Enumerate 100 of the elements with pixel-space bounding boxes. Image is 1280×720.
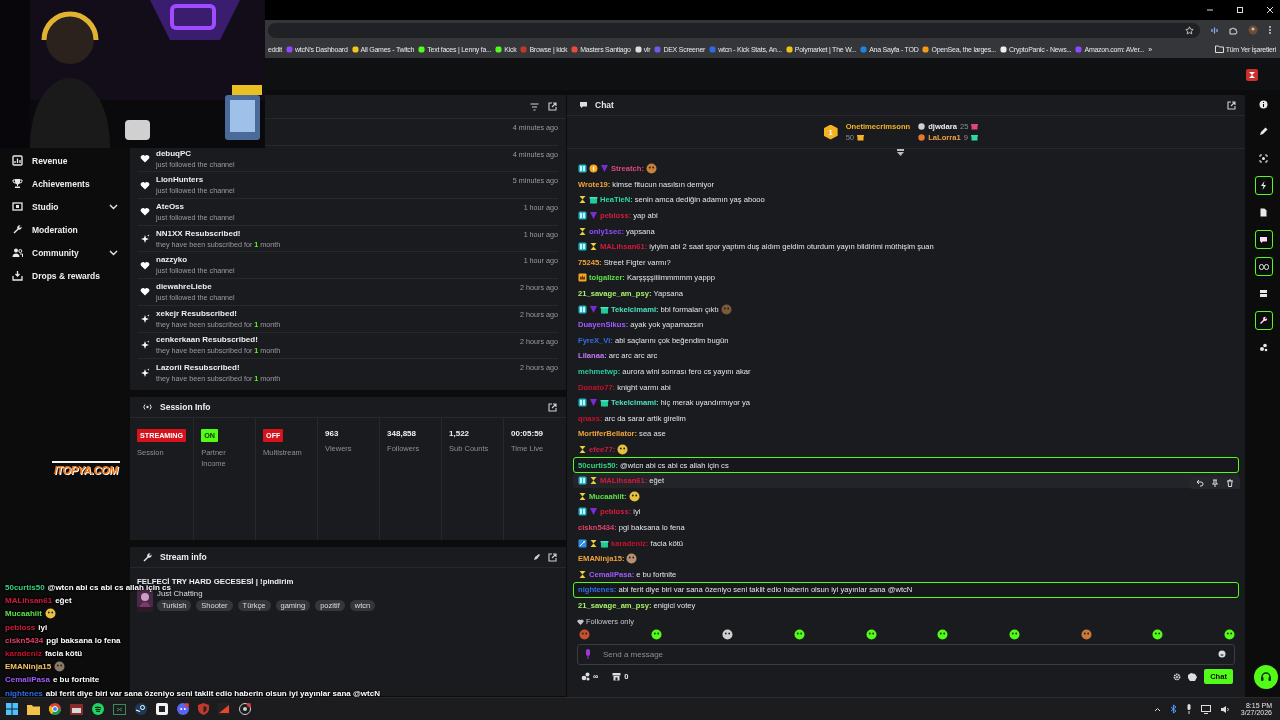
browser-icon[interactable] — [49, 703, 61, 715]
overlay-message: e bu fortnite — [52, 675, 100, 685]
emote-icon — [865, 628, 877, 640]
edit-icon[interactable] — [533, 553, 541, 561]
support-button[interactable] — [1253, 665, 1278, 689]
site-icon — [351, 45, 359, 53]
emote-menu-icon[interactable] — [1187, 671, 1199, 682]
steam-icon[interactable] — [135, 703, 147, 715]
emote-icon — [617, 444, 629, 455]
start-icon[interactable] — [6, 703, 18, 715]
emote-icon — [645, 163, 657, 175]
music-icon[interactable] — [92, 703, 104, 715]
folder-icon[interactable] — [27, 703, 40, 715]
chart-icon — [12, 155, 23, 166]
heart-icon — [140, 260, 150, 270]
emote-icon — [579, 628, 590, 640]
site-icon — [520, 45, 528, 53]
nav-item[interactable]: Community — [12, 241, 118, 264]
collapse-icon[interactable] — [895, 149, 905, 157]
trash-icon[interactable] — [1226, 478, 1234, 487]
nav-item[interactable]: Revenue — [12, 149, 118, 172]
popout-icon[interactable] — [548, 102, 557, 111]
star-icon[interactable] — [1185, 25, 1194, 35]
overlay-username: pebloss — [5, 622, 36, 632]
sub-badge-icon — [578, 398, 587, 408]
emote-icon — [1008, 628, 1020, 640]
close-icon[interactable] — [1266, 6, 1274, 14]
edit-icon[interactable] — [1259, 127, 1268, 136]
tool-button[interactable] — [1254, 230, 1273, 249]
site-icon — [1000, 45, 1008, 53]
gift-icon — [971, 123, 979, 130]
chat-icon — [579, 101, 588, 109]
maximize-icon[interactable] — [1236, 6, 1244, 14]
menu-icon[interactable] — [1268, 25, 1272, 35]
minimize-icon[interactable] — [1206, 6, 1214, 14]
nav-item[interactable]: Drops & rewards — [12, 264, 118, 287]
chevron-up-icon[interactable] — [1153, 706, 1161, 712]
popout-icon[interactable] — [1227, 100, 1236, 110]
chat-app-icon[interactable] — [177, 703, 189, 715]
mic-icon[interactable] — [585, 649, 591, 659]
shield-icon[interactable] — [198, 703, 209, 715]
event-name: diewahreLiebe — [156, 281, 213, 291]
speaker-icon[interactable] — [1219, 704, 1230, 714]
hourglass-icon — [589, 538, 598, 548]
emote-icon — [650, 628, 662, 640]
emote-icon — [793, 628, 805, 640]
filter-icon[interactable] — [530, 102, 539, 111]
nodes-icon[interactable] — [1259, 343, 1268, 352]
lightning-icon[interactable] — [1260, 181, 1267, 190]
popout-icon[interactable] — [548, 402, 557, 412]
monitor-icon[interactable] — [1200, 704, 1211, 714]
diamond-icon — [589, 211, 598, 221]
tool-button[interactable] — [1254, 176, 1273, 195]
emote-icon — [628, 490, 640, 502]
tool-button[interactable] — [1254, 311, 1273, 330]
people-icon — [12, 247, 23, 258]
overlay-username: EMANinja15 — [5, 662, 52, 672]
site-icon — [922, 45, 930, 53]
nav-item[interactable]: Achievements — [12, 172, 118, 195]
app-icon[interactable] — [156, 703, 168, 715]
site-icon — [571, 45, 579, 53]
reply-icon[interactable] — [1196, 478, 1204, 487]
link-icon[interactable] — [1258, 263, 1269, 270]
gift-icon — [600, 304, 609, 314]
download-tray-icon — [12, 270, 23, 281]
logo-icon[interactable] — [1246, 68, 1258, 81]
emote-icon — [937, 628, 949, 640]
event-name: Lazorii Resubscribed! — [156, 362, 241, 372]
chat-icon[interactable] — [1259, 235, 1268, 244]
tool-button[interactable] — [1254, 257, 1273, 276]
pin-icon[interactable] — [1211, 478, 1219, 487]
nav-item[interactable]: Studio — [12, 195, 118, 218]
event-name: cenkerkaan Resubscribed! — [156, 335, 259, 345]
overlay-message: facia kötü — [44, 649, 83, 659]
app-icon[interactable] — [239, 703, 251, 715]
app-icon[interactable] — [70, 703, 83, 715]
event-name: nazzyko — [156, 255, 189, 265]
puzzle-icon[interactable] — [1229, 25, 1238, 35]
popout-icon[interactable] — [548, 552, 557, 562]
document-icon[interactable] — [1260, 208, 1267, 217]
sparkle-icon — [140, 367, 150, 378]
message-field[interactable]: Send a message — [577, 644, 1235, 665]
sword-icon — [578, 538, 587, 548]
nav-item[interactable]: Moderation — [12, 218, 118, 241]
audio-wave-icon[interactable] — [1210, 25, 1219, 35]
window-icon[interactable] — [113, 703, 126, 715]
settings-icon[interactable] — [1173, 672, 1182, 681]
emoji-icon[interactable] — [1218, 650, 1226, 658]
bluetooth-icon[interactable] — [1169, 704, 1177, 714]
site-icon — [495, 45, 503, 53]
scan-icon[interactable] — [1259, 154, 1268, 163]
wrench-icon[interactable] — [1259, 316, 1268, 325]
heart-icon — [140, 154, 150, 164]
layers-icon[interactable] — [1259, 289, 1268, 298]
microphone-icon[interactable] — [1185, 704, 1192, 714]
gift-icon — [600, 538, 609, 548]
info-icon[interactable] — [1259, 100, 1268, 109]
crown-icon — [578, 273, 587, 283]
nodes-icon — [581, 672, 590, 681]
avatar-icon[interactable] — [1248, 25, 1258, 35]
